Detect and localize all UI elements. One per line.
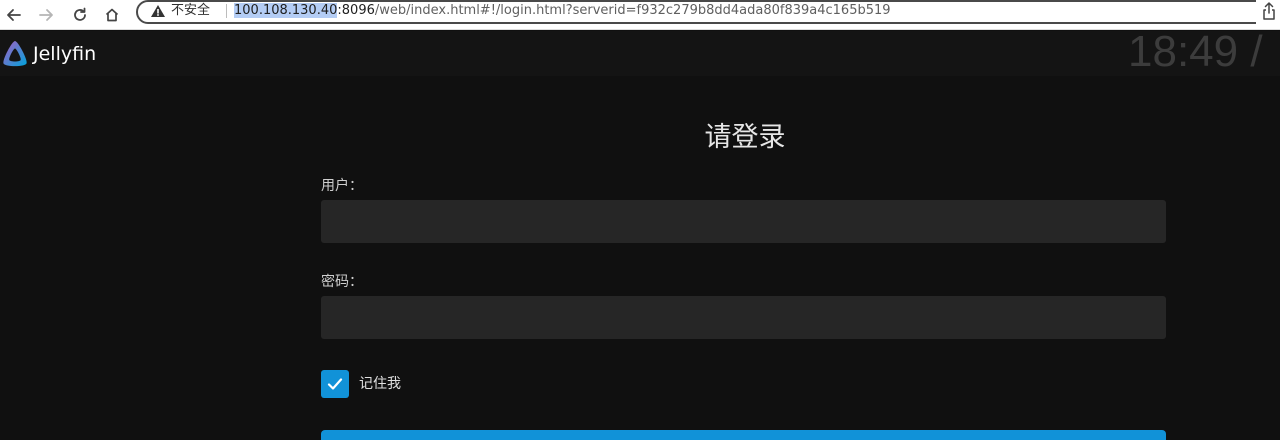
clock-text: 18:49 / bbox=[1128, 31, 1263, 76]
username-label: 用户： bbox=[321, 178, 363, 194]
sign-in-button[interactable] bbox=[321, 430, 1166, 440]
address-divider bbox=[226, 4, 227, 18]
reload-button[interactable] bbox=[68, 3, 92, 27]
url-host: 100.108.130.40 bbox=[234, 3, 338, 18]
password-label: 密码： bbox=[321, 274, 363, 290]
checkmark-icon bbox=[327, 378, 343, 390]
back-button[interactable] bbox=[2, 3, 26, 27]
url-port: :8096 bbox=[337, 3, 375, 18]
password-input[interactable] bbox=[321, 296, 1166, 339]
url-text[interactable]: 100.108.130.40:8096/web/index.html#!/log… bbox=[234, 2, 891, 20]
clock-area: 18:49 / bbox=[1120, 31, 1280, 76]
remember-me-checkbox[interactable] bbox=[321, 370, 349, 398]
username-input[interactable] bbox=[321, 200, 1166, 243]
app-header: Jellyfin bbox=[0, 31, 1280, 76]
share-icon[interactable] bbox=[1262, 2, 1276, 20]
home-icon bbox=[105, 8, 119, 22]
browser-toolbar: 不安全 100.108.130.40:8096/web/index.html#!… bbox=[0, 0, 1280, 30]
home-button[interactable] bbox=[100, 3, 124, 27]
remember-me-label[interactable]: 记住我 bbox=[359, 375, 401, 393]
reload-icon bbox=[74, 7, 86, 21]
warning-icon[interactable] bbox=[150, 3, 166, 19]
jellyfin-logo-icon[interactable] bbox=[0, 39, 30, 69]
url-path: /web/index.html#!/login.html?serverid=f9… bbox=[374, 3, 891, 18]
brand-name[interactable]: Jellyfin bbox=[33, 42, 96, 66]
forward-button[interactable] bbox=[34, 3, 58, 27]
insecure-label[interactable]: 不安全 bbox=[171, 2, 210, 20]
back-arrow-icon bbox=[7, 9, 21, 21]
forward-arrow-icon bbox=[39, 9, 53, 21]
page-title: 请登录 bbox=[704, 122, 786, 153]
login-page: 请登录 用户： 密码： 记住我 bbox=[0, 76, 1280, 440]
